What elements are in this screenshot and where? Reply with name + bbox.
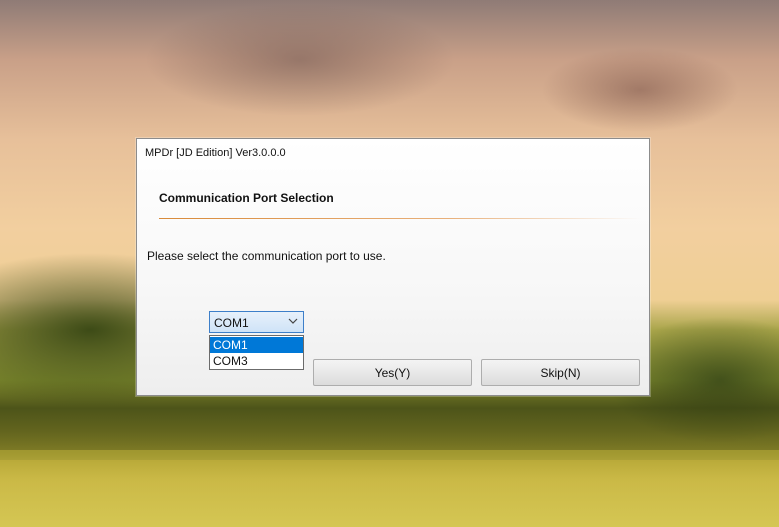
desktop-wallpaper-field <box>0 460 779 527</box>
combobox-value: COM1 <box>214 316 249 330</box>
instruction-text: Please select the communication port to … <box>147 249 386 263</box>
yes-button[interactable]: Yes(Y) <box>313 359 472 386</box>
heading-divider <box>159 218 641 219</box>
skip-button[interactable]: Skip(N) <box>481 359 640 386</box>
section-heading: Communication Port Selection <box>159 191 334 205</box>
port-selection-dialog: MPDr [JD Edition] Ver3.0.0.0 Communicati… <box>136 138 650 396</box>
port-combobox[interactable]: COM1 <box>209 311 304 333</box>
port-dropdown-list: COM1 COM3 <box>209 335 304 370</box>
port-option-com3[interactable]: COM3 <box>210 353 303 369</box>
port-option-com1[interactable]: COM1 <box>210 337 303 353</box>
window-title: MPDr [JD Edition] Ver3.0.0.0 <box>145 147 286 159</box>
chevron-down-icon <box>288 318 298 324</box>
